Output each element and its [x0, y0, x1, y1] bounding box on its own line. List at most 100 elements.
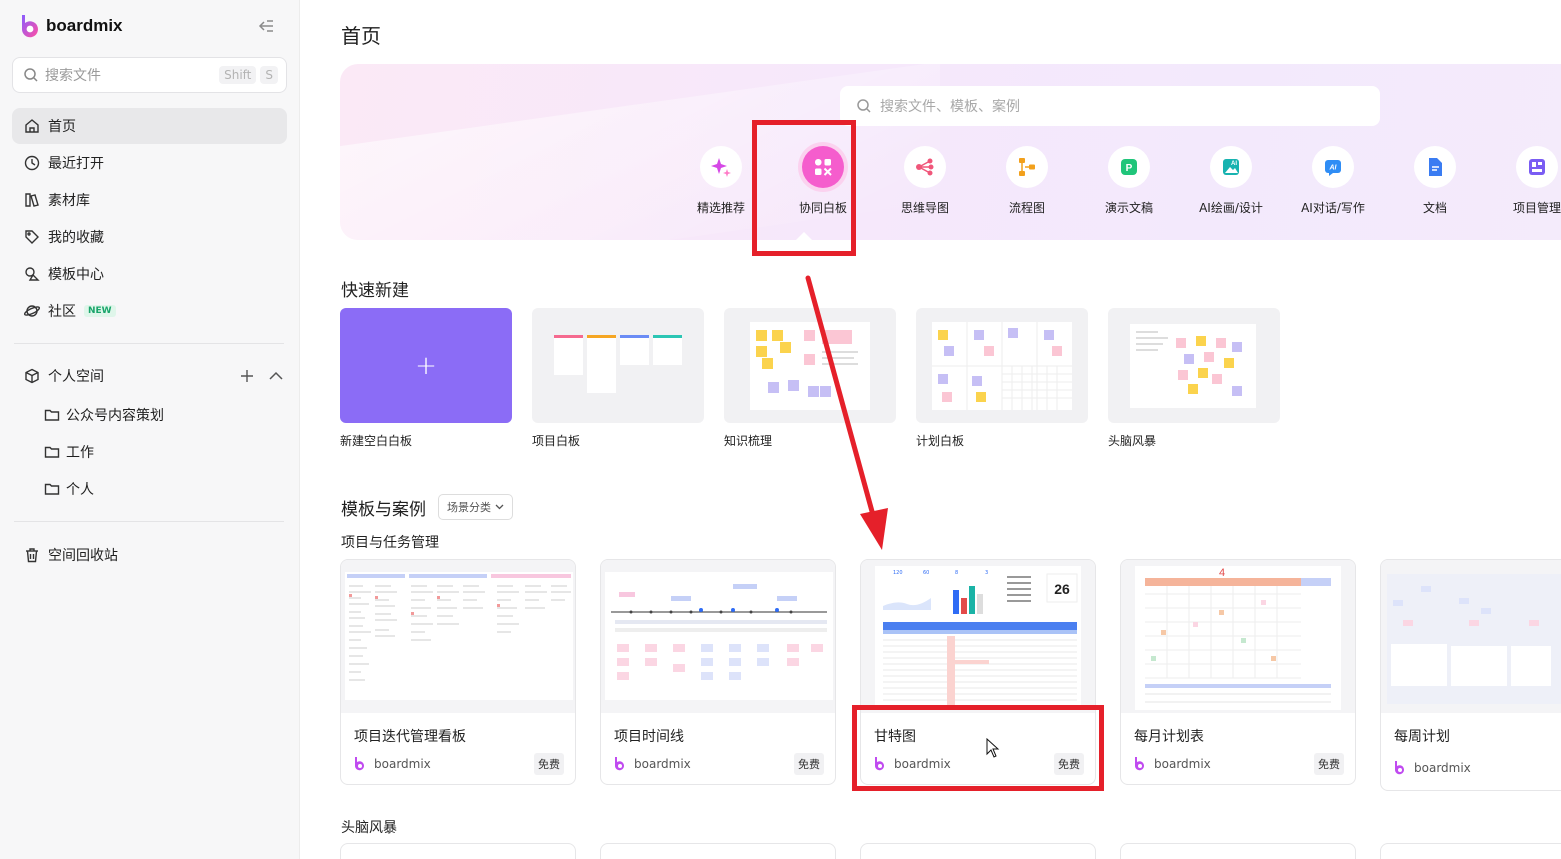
quick-card-blank[interactable]: + 新建空白白板: [340, 308, 512, 449]
category-ai-drawing[interactable]: AI AI绘画/设计: [1180, 146, 1282, 216]
chevron-up-icon[interactable]: [268, 369, 284, 383]
shortcut-key-s: S: [260, 66, 278, 84]
sidebar-divider: [14, 521, 284, 522]
template-name: 项目时间线: [614, 729, 684, 745]
boardmix-author-icon: [1395, 761, 1404, 775]
annotation-arrow: [805, 275, 888, 550]
sidebar-item-home[interactable]: 首页: [12, 108, 287, 144]
hero-banner: 搜索文件、模板、案例 精选推荐 协同白板 思维导图 流程图 P 演示文稿 AI …: [340, 64, 1561, 240]
document-icon: [1414, 146, 1456, 188]
svg-text:3: 3: [985, 570, 988, 576]
personal-space-header[interactable]: 个人空间: [24, 364, 284, 388]
ai-chat-icon: AI: [1312, 146, 1354, 188]
template-thumbnail: [341, 560, 575, 713]
template-meta: boardmix 免费: [354, 753, 564, 775]
template-card-iteration-board[interactable]: 项目迭代管理看板 boardmix 免费: [340, 559, 576, 785]
quick-card-brainstorm[interactable]: 头脑风暴: [1108, 308, 1280, 449]
cube-icon: [25, 368, 39, 384]
template-author: boardmix: [1154, 757, 1211, 771]
sidebar-item-label: 素材库: [48, 193, 90, 209]
category-document[interactable]: 文档: [1384, 146, 1486, 216]
template-thumbnail: [1381, 560, 1561, 713]
template-group-title: 头脑风暴: [341, 820, 397, 836]
folder-icon: [44, 409, 60, 421]
new-badge: NEW: [84, 305, 116, 317]
template-card-timeline[interactable]: 项目时间线 boardmix 免费: [600, 559, 836, 785]
boardmix-logo-icon: [21, 15, 38, 38]
price-badge: 免费: [794, 753, 824, 775]
template-card[interactable]: [1120, 843, 1356, 859]
template-name: 每月计划表: [1134, 729, 1204, 745]
sidebar-item-recent[interactable]: 最近打开: [12, 145, 287, 181]
folder-item[interactable]: 公众号内容策划: [44, 403, 164, 427]
template-meta: boardmix 免费: [614, 753, 824, 775]
library-icon: [25, 193, 39, 207]
sidebar-item-label: 首页: [48, 119, 76, 135]
category-presentation[interactable]: P 演示文稿: [1078, 146, 1180, 216]
folder-item[interactable]: 工作: [44, 440, 94, 464]
folder-icon: [44, 483, 60, 495]
personal-space-label: 个人空间: [48, 369, 104, 385]
svg-text:AI: AI: [1231, 161, 1237, 167]
template-meta: boardmix 会: [1394, 757, 1561, 779]
sidebar-search-input[interactable]: 搜索文件 Shift S: [12, 57, 287, 93]
search-icon: [857, 99, 871, 113]
plus-icon: +: [340, 308, 512, 423]
brainstorm-cards-row: [340, 843, 1561, 859]
template-card-monthly-plan[interactable]: 4 每月计划表 boardmix 免费: [1120, 559, 1356, 785]
category-ai-writing[interactable]: AI AI对话/写作: [1282, 146, 1384, 216]
template-name: 每周计划: [1394, 729, 1450, 745]
sidebar-item-label: 模板中心: [48, 267, 104, 283]
template-card[interactable]: [600, 843, 836, 859]
template-card[interactable]: [1380, 843, 1561, 859]
category-label: 演示文稿: [1104, 201, 1153, 215]
quick-card-project[interactable]: 项目白板: [532, 308, 704, 449]
sidebar-item-community[interactable]: 社区 NEW: [12, 293, 287, 329]
sidebar-item-library[interactable]: 素材库: [12, 182, 287, 218]
template-card[interactable]: [860, 843, 1096, 859]
sidebar-item-label: 社区: [48, 304, 76, 320]
price-badge: 免费: [1314, 753, 1344, 775]
sparkle-icon: [700, 146, 742, 188]
boardmix-author-icon: [615, 757, 624, 771]
home-icon: [25, 119, 39, 133]
trash-icon: [26, 548, 38, 563]
search-icon: [24, 68, 38, 82]
category-label: 项目管理: [1512, 201, 1561, 215]
boardmix-author-icon: [1135, 757, 1144, 771]
plan-board-thumbnail: [916, 308, 1088, 423]
svg-text:60: 60: [923, 570, 929, 576]
template-card-weekly-plan[interactable]: 每周计划 boardmix 会: [1380, 559, 1561, 791]
category-project[interactable]: 项目管理: [1486, 146, 1561, 216]
sidebar-item-favorites[interactable]: 我的收藏: [12, 219, 287, 255]
scene-filter-dropdown[interactable]: 场景分类: [438, 494, 513, 520]
brainstorm-board-thumbnail: [1108, 308, 1280, 423]
logo[interactable]: boardmix: [18, 14, 123, 38]
shortcut-key-shift: Shift: [219, 66, 257, 84]
sidebar-nav: 首页 最近打开 素材库 我的收藏 模板中心 社区 NEW: [12, 108, 287, 330]
sidebar-item-templates[interactable]: 模板中心: [12, 256, 287, 292]
template-card[interactable]: [340, 843, 576, 859]
folder-item[interactable]: 个人: [44, 477, 94, 501]
add-icon[interactable]: [240, 369, 254, 383]
mouse-cursor-icon: [986, 738, 1000, 758]
collapse-sidebar-icon[interactable]: [256, 16, 276, 36]
template-author: boardmix: [1414, 761, 1471, 775]
templates-title: 模板与案例: [341, 499, 426, 520]
category-flowchart[interactable]: 流程图: [976, 146, 1078, 216]
project-board-thumbnail: [532, 308, 704, 423]
planet-icon: [24, 305, 40, 317]
quick-card-label: 新建空白白板: [340, 434, 413, 448]
templates-header: 模板与案例 场景分类: [341, 494, 513, 520]
tag-icon: [25, 230, 39, 244]
template-name: 项目迭代管理看板: [354, 729, 466, 745]
global-search-input[interactable]: 搜索文件、模板、案例: [840, 86, 1380, 126]
month-number: 4: [1219, 567, 1225, 579]
quick-card-plan[interactable]: 计划白板: [916, 308, 1088, 449]
svg-text:P: P: [1126, 163, 1133, 174]
app-name: boardmix: [46, 16, 123, 35]
folder-icon: [44, 446, 60, 458]
category-mindmap[interactable]: 思维导图: [874, 146, 976, 216]
sidebar-item-trash[interactable]: 空间回收站: [24, 543, 118, 567]
sidebar: boardmix 搜索文件 Shift S 首页 最近打开 素材库 我的收藏 模…: [0, 0, 300, 859]
